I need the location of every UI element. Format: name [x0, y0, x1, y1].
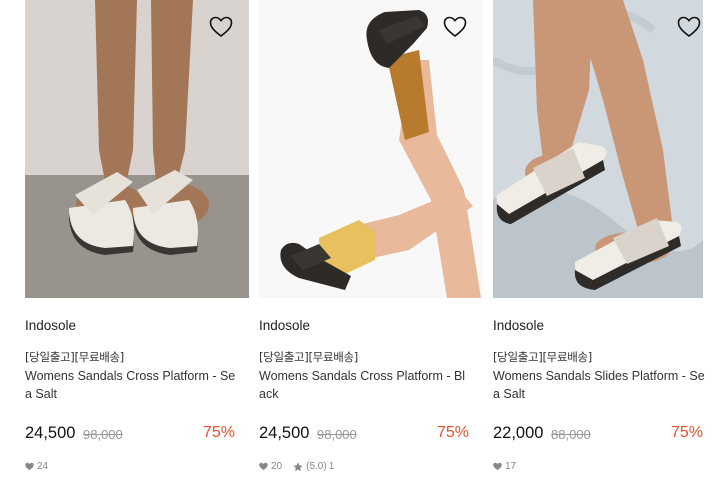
wishlist-heart-icon[interactable] — [443, 16, 467, 38]
like-count: 24 — [37, 461, 49, 472]
product-brand[interactable]: Indosole — [259, 318, 310, 333]
review-count: 1 — [328, 461, 335, 472]
like-count: 17 — [505, 461, 517, 472]
product-name[interactable]: Womens Sandals Cross Platform - Sea Salt — [25, 367, 237, 403]
heart-filled-icon — [259, 462, 268, 471]
rating-score: (5.0) — [306, 461, 327, 472]
heart-filled-icon — [493, 462, 502, 471]
product-brand[interactable]: Indosole — [493, 318, 544, 333]
sale-price: 24,500 — [259, 424, 310, 442]
product-name[interactable]: Womens Sandals Cross Platform - Black — [259, 367, 471, 403]
price-row: 22,000 88,000 75% — [493, 424, 703, 446]
wishlist-heart-icon[interactable] — [677, 16, 701, 38]
product-meta: 24 — [25, 461, 50, 472]
product-image[interactable] — [259, 0, 483, 298]
discount-rate: 75% — [436, 424, 469, 441]
product-card[interactable]: Indosole [당일출고][무료배송] Womens Sandals Cro… — [25, 0, 249, 495]
sale-price: 22,000 — [493, 424, 544, 442]
product-name[interactable]: Womens Sandals Slides Platform - Sea Sal… — [493, 367, 705, 403]
discount-rate: 75% — [670, 424, 703, 441]
product-tag: [당일출고][무료배송] — [493, 350, 592, 364]
price-row: 24,500 98,000 75% — [25, 424, 249, 446]
original-price: 88,000 — [551, 427, 591, 442]
product-image[interactable] — [25, 0, 249, 298]
wishlist-heart-icon[interactable] — [209, 16, 233, 38]
discount-rate: 75% — [202, 424, 235, 441]
product-meta: 17 — [493, 461, 518, 472]
product-tag: [당일출고][무료배송] — [259, 350, 358, 364]
product-tag: [당일출고][무료배송] — [25, 350, 124, 364]
product-image[interactable] — [493, 0, 703, 298]
sale-price: 24,500 — [25, 424, 76, 442]
price-row: 24,500 98,000 75% — [259, 424, 483, 446]
original-price: 98,000 — [83, 427, 123, 442]
product-card[interactable]: Indosole [당일출고][무료배송] Womens Sandals Sli… — [493, 0, 705, 495]
like-count: 20 — [271, 461, 283, 472]
product-photo — [259, 0, 483, 298]
star-icon — [293, 461, 303, 471]
product-photo — [493, 0, 703, 298]
heart-filled-icon — [25, 462, 34, 471]
product-card[interactable]: Indosole [당일출고][무료배송] Womens Sandals Cro… — [259, 0, 483, 495]
original-price: 98,000 — [317, 427, 357, 442]
product-brand[interactable]: Indosole — [25, 318, 76, 333]
product-meta: 20 (5.0) 1 — [259, 461, 336, 472]
product-photo — [25, 0, 249, 298]
